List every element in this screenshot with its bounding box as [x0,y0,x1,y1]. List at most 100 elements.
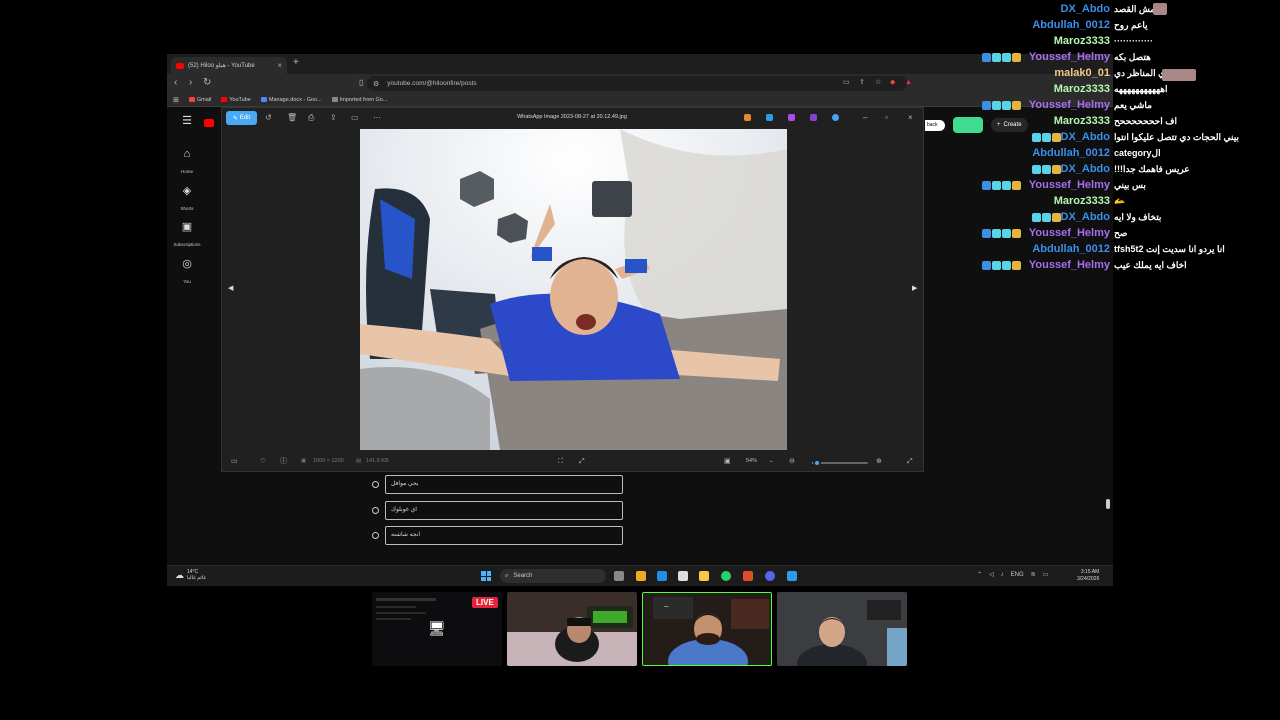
bookmark-imported[interactable]: Imported from Go... [331,97,387,103]
reload-icon[interactable]: ↻ [203,77,211,89]
chat-username[interactable]: DX_Abdo [1061,131,1111,143]
chat-username[interactable]: Youssef_Helmy [1029,51,1110,63]
chat-username[interactable]: Abdullah_0012 [1032,243,1110,255]
site-info-icon[interactable]: ⚙ [373,80,379,88]
chat-username[interactable]: Abdullah_0012 [1032,147,1110,159]
ai-assistant-button[interactable] [953,117,983,133]
zoom-level[interactable]: 54% [746,458,757,464]
forward-icon[interactable]: › [189,77,192,89]
print-icon[interactable]: ⎙ [308,113,314,123]
info-icon[interactable]: ⓘ [280,457,287,466]
page-scrollbar[interactable] [1106,499,1110,509]
share-icon[interactable]: ⇪ [330,113,337,123]
zoom-slider-handle[interactable] [812,459,821,467]
brave-icon[interactable] [743,571,753,581]
sidebar-item-home[interactable]: ⌂ Home [167,148,207,178]
bookmark-icon[interactable]: ▯ [359,77,363,89]
extension-icon[interactable]: ▲ [905,77,912,89]
poll-option[interactable]: اي غوبلوك [372,501,623,520]
clipchamp-app-icon[interactable] [788,114,795,121]
menu-icon[interactable]: ☰ [167,114,207,127]
zoom-slider[interactable] [812,459,868,467]
filmstrip-icon[interactable]: ▭ [231,457,238,466]
photos-icon[interactable] [787,571,797,581]
delete-icon[interactable]: 🗑 [287,113,297,123]
more-icon[interactable]: ⋯ [373,113,381,123]
poll-option[interactable]: يحي موافل [372,475,623,494]
bookmark-docs[interactable]: Manage.docx - Goo... [260,97,322,103]
share-icon[interactable]: ⇪ [859,77,865,89]
store-icon[interactable] [678,571,688,581]
copilot-icon[interactable] [636,571,646,581]
star-icon[interactable]: ☆ [875,77,881,89]
maximize-icon[interactable]: ▫ [885,113,888,123]
next-photo-icon[interactable]: ▶ [912,284,917,292]
zoom-out-icon[interactable]: ⊖ [789,457,795,466]
chat-username[interactable]: Maroz3333 [1054,195,1110,207]
chat-username[interactable]: Youssef_Helmy [1029,227,1110,239]
poll-option[interactable]: انجه شاشنه [372,526,623,545]
poll-option-label[interactable]: انجه شاشنه [385,526,623,545]
discord-icon[interactable] [765,571,775,581]
chat-username[interactable]: Abdullah_0012 [1032,19,1110,31]
chat-username[interactable]: Maroz3333 [1054,83,1110,95]
copilot-app-icon[interactable] [744,114,751,121]
slideshow-icon[interactable]: ▭ [351,113,359,123]
chat-username[interactable]: DX_Abdo [1061,211,1111,223]
sidebar-item-shorts[interactable]: ◈ Shorts [167,184,207,215]
taskbar-clock[interactable]: 3:15 AM 3/24/2026 [1077,569,1099,583]
windows-start-icon[interactable] [481,571,491,581]
chevron-up-icon[interactable]: ⌃ [977,571,982,578]
new-tab-icon[interactable]: + [293,57,299,68]
whatsapp-icon[interactable] [721,571,731,581]
apps-icon[interactable]: ⊞ [173,96,179,104]
taskbar-search[interactable]: ⌕ Search [500,569,606,583]
wifi-icon[interactable]: ≋ [1031,571,1036,578]
designer-app-icon[interactable] [766,114,773,121]
bookmark-gmail[interactable]: Gmail [188,97,211,103]
cast-icon[interactable]: ▭ [843,77,850,89]
tab-close-icon[interactable]: × [277,61,282,70]
chat-username[interactable]: Maroz3333 [1054,115,1110,127]
chat-username[interactable]: Maroz3333 [1054,35,1110,47]
fit-icon[interactable]: ⤢ [579,457,585,466]
mic-icon[interactable]: ♪ [1001,572,1004,578]
youtube-logo-icon[interactable] [204,119,214,127]
radio-icon[interactable] [372,481,379,488]
bookmark-youtube[interactable]: YouTube [221,97,251,103]
chat-username[interactable]: Youssef_Helmy [1029,179,1110,191]
sidebar-item-subscriptions[interactable]: ▣ Subscriptions [167,220,207,251]
actual-size-icon[interactable]: ▣ [724,457,731,466]
chat-username[interactable]: malak0_01 [1054,67,1110,79]
chevron-down-icon[interactable]: ⌄ [769,458,774,464]
language-indicator[interactable]: ENG [1011,572,1024,578]
chat-username[interactable]: Youssef_Helmy [1029,99,1110,111]
brave-shield-icon[interactable]: ◆ [890,77,895,89]
poll-option-label[interactable]: اي غوبلوك [385,501,623,520]
editor-app-icon[interactable] [810,114,817,121]
speaker-icon[interactable]: ◁ [989,571,994,578]
previous-photo-icon[interactable]: ◀ [228,284,233,292]
favorite-icon[interactable]: ♡ [260,457,266,466]
edge-icon[interactable] [657,571,667,581]
chat-username[interactable]: Youssef_Helmy [1029,259,1110,271]
radio-icon[interactable] [372,507,379,514]
close-icon[interactable]: × [908,113,913,123]
zoom-in-icon[interactable]: ⊕ [876,457,882,466]
minimize-icon[interactable]: – [863,113,867,123]
battery-icon[interactable]: ▭ [1043,571,1049,578]
fullscreen-icon[interactable]: ⤢ [907,457,913,466]
poll-option-label[interactable]: يحي موافل [385,475,623,494]
onedrive-icon[interactable] [832,114,839,121]
radio-icon[interactable] [372,532,379,539]
explorer-icon[interactable] [699,571,709,581]
sidebar-item-you[interactable]: ◎ You [167,257,207,288]
chat-username[interactable]: DX_Abdo [1061,3,1111,15]
back-icon[interactable]: ‹ [174,77,177,89]
task-view-icon[interactable] [614,571,624,581]
edit-button[interactable]: ✎ Edit [226,111,257,125]
browser-tab[interactable]: (52) Hiloo هيلو - YouTube × [171,57,287,74]
weather-widget[interactable]: ☁ 14°C غائم غالبا [175,569,206,581]
rotate-icon[interactable]: ↺ [265,113,272,123]
feedback-button[interactable]: back [925,119,945,131]
